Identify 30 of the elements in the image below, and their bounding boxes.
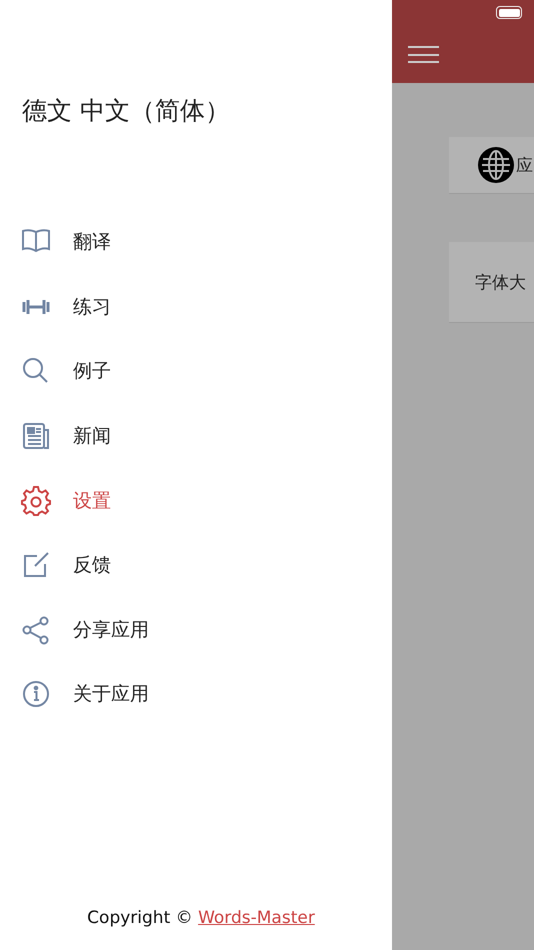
- share-icon: [21, 614, 51, 645]
- menu-item[interactable]: 练习: [0, 274, 392, 340]
- setting-card[interactable]: 字体大: [449, 242, 534, 323]
- menu-label: 翻译: [73, 230, 111, 256]
- copyright-text: Copyright © Words-Master: [86, 908, 316, 928]
- menu-item[interactable]: 分享应用: [0, 598, 392, 662]
- settings-icon: [21, 486, 51, 516]
- newspaper-icon: [21, 421, 51, 452]
- menu-item[interactable]: 关于应用: [0, 662, 392, 727]
- setting-label: 字体大: [475, 272, 526, 294]
- menu-icon[interactable]: [408, 46, 439, 63]
- menu-label: 关于应用: [73, 682, 149, 708]
- menu-item[interactable]: 设置: [0, 468, 392, 533]
- menu-label: 分享应用: [73, 618, 149, 643]
- setting-card[interactable]: 应: [449, 137, 534, 194]
- menu-item[interactable]: 反馈: [0, 532, 392, 598]
- setting-label: 应: [516, 154, 533, 176]
- menu-label: 练习: [73, 294, 111, 320]
- menu-item[interactable]: 例子: [0, 339, 392, 404]
- info-icon: [21, 679, 51, 710]
- battery-icon: [496, 6, 522, 19]
- website-link[interactable]: Words-Master: [198, 908, 315, 928]
- globe-icon: [478, 147, 514, 183]
- drawer-title: 德文 中文（简体）: [22, 95, 231, 127]
- menu-item[interactable]: 翻译: [0, 210, 392, 275]
- menu-label: 设置: [73, 488, 111, 514]
- menu-label: 新闻: [73, 424, 111, 450]
- menu-item[interactable]: 新闻: [0, 404, 392, 468]
- menu-label: 例子: [73, 359, 111, 384]
- menu-label: 反馈: [73, 553, 111, 578]
